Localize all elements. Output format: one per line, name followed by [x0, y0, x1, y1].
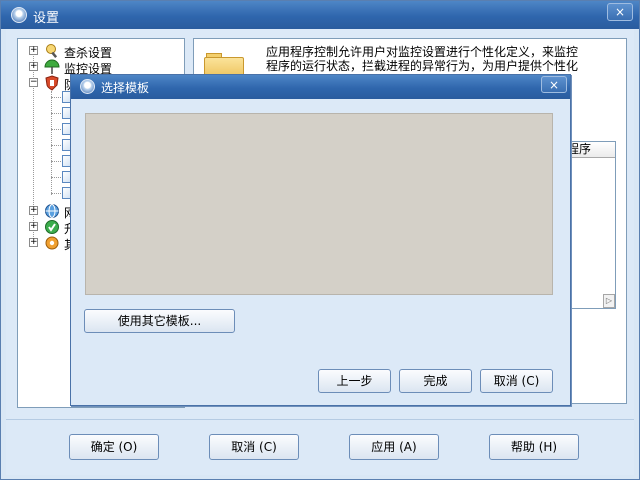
- tree-branch: [51, 113, 61, 114]
- window-title: 设置: [33, 11, 60, 26]
- app-shield-icon: [80, 79, 95, 94]
- tree-expander[interactable]: +: [29, 206, 38, 215]
- shield-hand-icon: [44, 75, 60, 91]
- tree-child-connector: [51, 91, 52, 195]
- tree-expander[interactable]: −: [29, 78, 38, 87]
- apply-button[interactable]: 应用 (A): [349, 434, 439, 460]
- dialog-title: 选择模板: [101, 81, 150, 95]
- select-template-dialog: 选择模板 × 使用其它模板... 上一步 完成 取消 (C): [70, 74, 571, 406]
- gear-icon: [44, 235, 60, 251]
- help-button[interactable]: 帮助 (H): [489, 434, 579, 460]
- tree-expander[interactable]: +: [29, 238, 38, 247]
- upgrade-icon: [44, 219, 60, 235]
- tree-item-monitor-settings[interactable]: + 监控设置: [18, 59, 178, 76]
- tree-branch: [51, 97, 61, 98]
- panel-description: 应用程序控制允许用户对监控设置进行个性化定义，来监控程序的运行状态，拦截进程的异…: [266, 45, 579, 73]
- scroll-right-icon[interactable]: ▷: [603, 294, 615, 308]
- window-close-button[interactable]: ×: [607, 3, 633, 21]
- prev-step-button[interactable]: 上一步: [318, 369, 391, 393]
- tree-branch: [51, 161, 61, 162]
- cancel-button[interactable]: 取消 (C): [209, 434, 299, 460]
- tree-branch: [51, 193, 61, 194]
- use-other-template-button[interactable]: 使用其它模板...: [84, 309, 235, 333]
- ok-button[interactable]: 确定 (O): [69, 434, 159, 460]
- umbrella-icon: [44, 59, 60, 75]
- dialog-cancel-button[interactable]: 取消 (C): [480, 369, 553, 393]
- app-shield-icon: [11, 7, 27, 23]
- dialog-close-button[interactable]: ×: [541, 76, 567, 93]
- tree-expander[interactable]: +: [29, 46, 38, 55]
- title-bar[interactable]: 设置 ×: [1, 1, 639, 29]
- dialog-title-bar[interactable]: 选择模板 ×: [71, 75, 570, 99]
- tree-item-scan-settings[interactable]: + 查杀设置: [18, 43, 178, 60]
- scan-icon: [44, 43, 60, 59]
- tree-branch: [51, 129, 61, 130]
- tree-branch: [51, 145, 61, 146]
- network-icon: [44, 203, 60, 219]
- template-preview-area[interactable]: [85, 113, 553, 295]
- finish-button[interactable]: 完成: [399, 369, 472, 393]
- tree-expander[interactable]: +: [29, 62, 38, 71]
- bottom-button-bar: 确定 (O) 取消 (C) 应用 (A) 帮助 (H): [6, 419, 634, 475]
- tree-branch: [51, 177, 61, 178]
- tree-expander[interactable]: +: [29, 222, 38, 231]
